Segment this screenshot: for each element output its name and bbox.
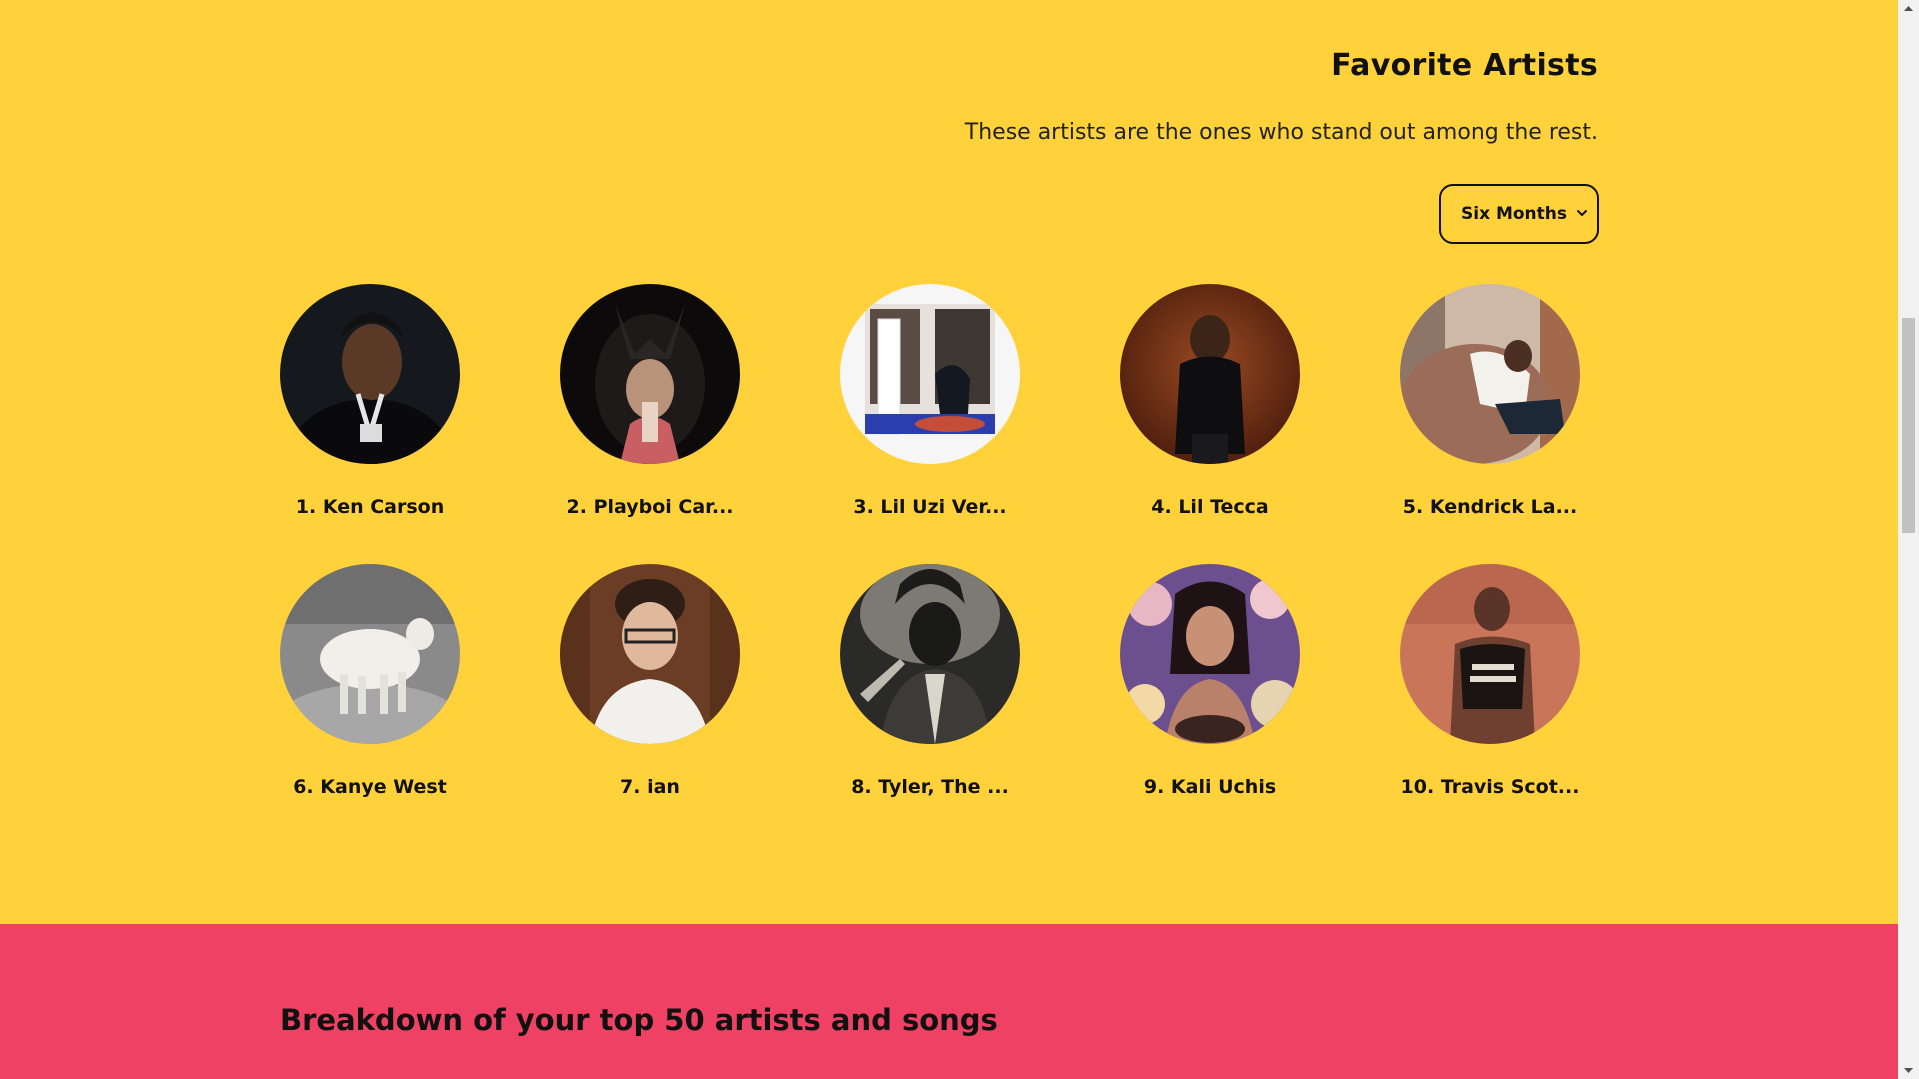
breakdown-title: Breakdown of your top 50 artists and son…: [280, 1003, 998, 1037]
artist-rank: 3.: [853, 496, 874, 518]
artist-rank: 9.: [1143, 776, 1165, 798]
artist-name[interactable]: 10. Travis Scot...: [1370, 776, 1610, 798]
artist-card[interactable]: 6. Kanye West: [250, 564, 490, 814]
artist-photo[interactable]: [840, 284, 1020, 464]
artist-rank: 7.: [620, 776, 641, 798]
time-range-select[interactable]: Six Months: [1439, 184, 1599, 244]
artist-rank: 2.: [566, 496, 587, 518]
artist-name-text: Travis Scot...: [1440, 776, 1580, 798]
artist-photo[interactable]: [280, 564, 460, 744]
artist-card[interactable]: 7. ian: [530, 564, 770, 814]
artist-card[interactable]: 8. Tyler, The ...: [810, 564, 1050, 814]
favorite-artists-title: Favorite Artists: [1331, 48, 1598, 83]
artist-rank: 6.: [293, 776, 314, 798]
artist-name-text: Ken Carson: [322, 496, 445, 518]
artist-card[interactable]: 1. Ken Carson: [250, 284, 490, 534]
page-viewport: Favorite Artists These artists are the o…: [0, 0, 1919, 1079]
chevron-down-icon: [1577, 210, 1587, 216]
artist-name-text: Tyler, The ...: [878, 776, 1009, 798]
artist-name[interactable]: 3. Lil Uzi Ver...: [810, 496, 1050, 518]
artist-name[interactable]: 9. Kali Uchis: [1090, 776, 1330, 798]
artist-photo[interactable]: [1120, 564, 1300, 744]
artist-rank: 8.: [851, 776, 872, 798]
breakdown-section: [0, 924, 1898, 1079]
scroll-up-arrow-icon[interactable]: [1898, 0, 1919, 17]
artist-card[interactable]: 2. Playboi Car...: [530, 284, 770, 534]
artist-name[interactable]: 5. Kendrick La...: [1370, 496, 1610, 518]
artist-photo[interactable]: [560, 284, 740, 464]
favorite-artists-subtitle: These artists are the ones who stand out…: [964, 120, 1598, 145]
artist-name-text: Lil Tecca: [1178, 496, 1269, 518]
scroll-down-arrow-icon[interactable]: [1898, 1062, 1919, 1079]
artist-name[interactable]: 1. Ken Carson: [250, 496, 490, 518]
artist-name[interactable]: 7. ian: [530, 776, 770, 798]
artist-photo[interactable]: [280, 284, 460, 464]
artist-photo[interactable]: [1400, 564, 1580, 744]
artist-name[interactable]: 4. Lil Tecca: [1090, 496, 1330, 518]
artist-rank: 10.: [1400, 776, 1435, 798]
artist-name-text: Kendrick La...: [1429, 496, 1578, 518]
artist-rank: 5.: [1402, 496, 1424, 518]
artist-photo[interactable]: [560, 564, 740, 744]
artist-name-text: Lil Uzi Ver...: [880, 496, 1007, 518]
page-content: Favorite Artists These artists are the o…: [0, 0, 1898, 1079]
artist-rank: 4.: [1151, 496, 1172, 518]
artist-card[interactable]: 9. Kali Uchis: [1090, 564, 1330, 814]
artist-card[interactable]: 4. Lil Tecca: [1090, 284, 1330, 534]
artist-name-text: ian: [647, 776, 680, 798]
artist-card[interactable]: 5. Kendrick La...: [1370, 284, 1610, 534]
artist-name-text: Playboi Car...: [593, 496, 734, 518]
artist-name-text: Kali Uchis: [1170, 776, 1277, 798]
artist-name[interactable]: 2. Playboi Car...: [530, 496, 770, 518]
artist-photo[interactable]: [1400, 284, 1580, 464]
time-range-selected-value: Six Months: [1461, 204, 1568, 224]
favorite-artists-section: Favorite Artists These artists are the o…: [0, 0, 1898, 924]
artist-name[interactable]: 8. Tyler, The ...: [810, 776, 1050, 798]
artist-card[interactable]: 3. Lil Uzi Ver...: [810, 284, 1050, 534]
scrollbar-thumb[interactable]: [1902, 318, 1915, 533]
artist-name-text: Kanye West: [320, 776, 447, 798]
artist-card[interactable]: 10. Travis Scot...: [1370, 564, 1610, 814]
artist-photo[interactable]: [840, 564, 1020, 744]
vertical-scrollbar[interactable]: [1898, 0, 1919, 1079]
artist-rank: 1.: [295, 496, 317, 518]
artist-name[interactable]: 6. Kanye West: [250, 776, 490, 798]
artist-photo[interactable]: [1120, 284, 1300, 464]
